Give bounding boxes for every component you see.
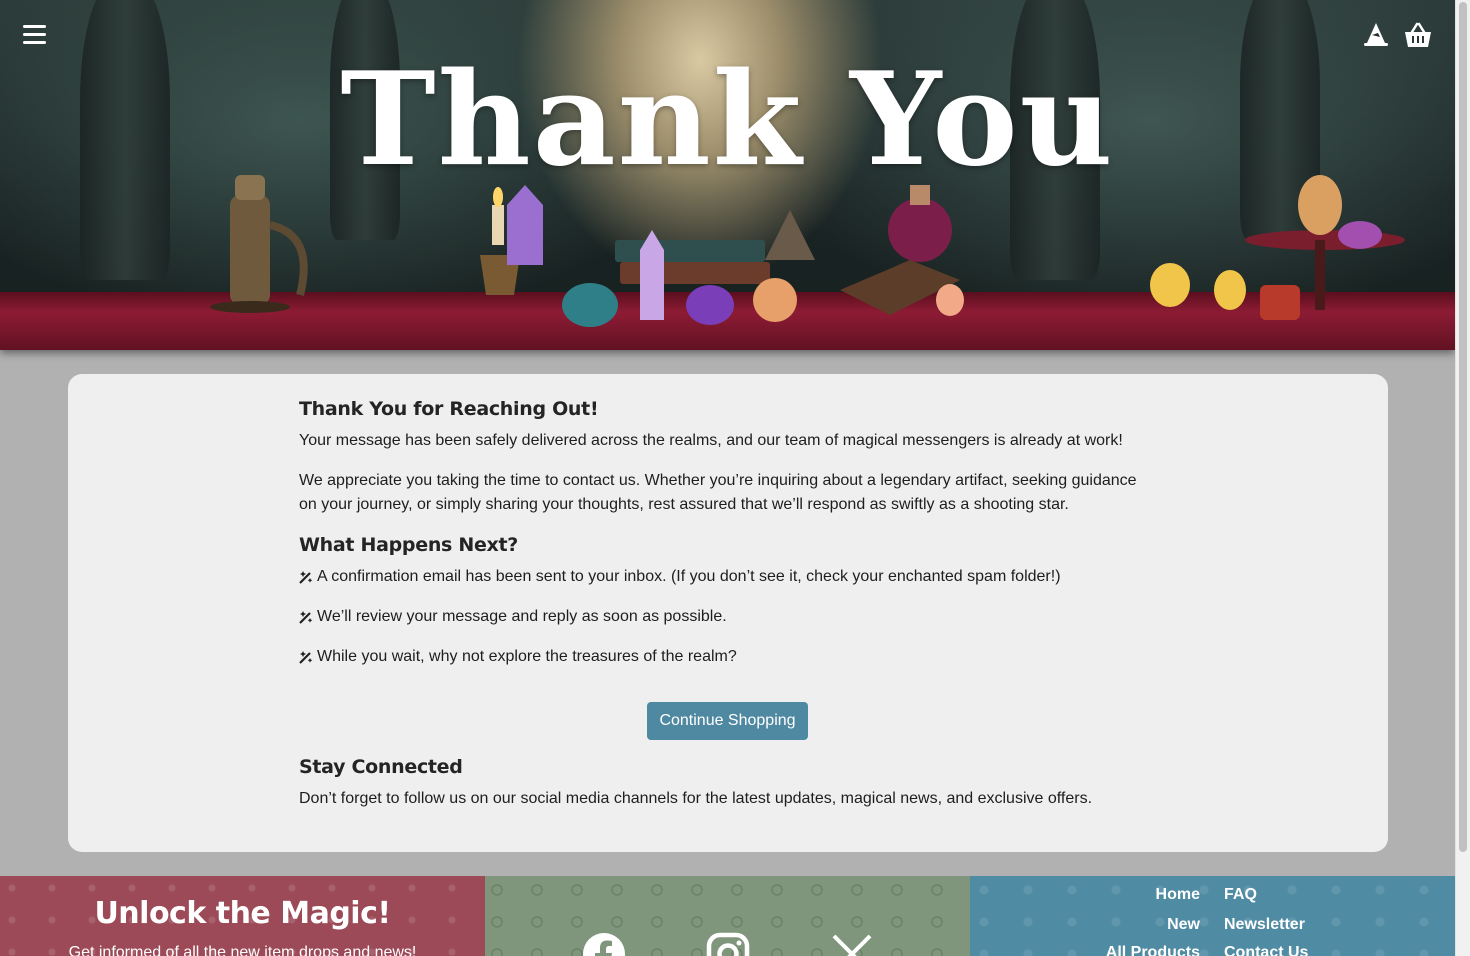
- hero-banner: Thank You: [0, 0, 1455, 350]
- basket-icon[interactable]: [1403, 22, 1433, 49]
- facebook-icon[interactable]: [582, 932, 626, 956]
- footer-link-faq[interactable]: FAQ: [1224, 886, 1257, 904]
- what-happens-next-heading: What Happens Next?: [299, 534, 519, 556]
- stay-connected-heading: Stay Connected: [299, 756, 463, 778]
- signup-title: Unlock the Magic!: [94, 896, 391, 931]
- magic-wand-icon: [299, 651, 313, 664]
- newsletter-signup-panel: Unlock the Magic! Get informed of all th…: [0, 876, 485, 956]
- list-item: A confirmation email has been sent to yo…: [299, 565, 1149, 589]
- footer-link-all-products[interactable]: All Products: [1070, 944, 1200, 956]
- list-item-text: We’ll review your message and reply as s…: [317, 608, 727, 625]
- footer-link-home[interactable]: Home: [1070, 886, 1200, 904]
- list-item: While you wait, why not explore the trea…: [299, 645, 1149, 669]
- social-paragraph: Don’t forget to follow us on our social …: [299, 790, 1093, 807]
- list-item: We’ll review your message and reply as s…: [299, 605, 1149, 629]
- list-item-text: A confirmation email has been sent to yo…: [317, 568, 1061, 585]
- instagram-icon[interactable]: [706, 932, 750, 956]
- magic-wand-icon: [299, 571, 313, 584]
- wizard-hat-icon[interactable]: [1363, 22, 1389, 49]
- hamburger-menu-icon[interactable]: [23, 25, 46, 45]
- footer-link-newsletter[interactable]: Newsletter: [1224, 916, 1305, 934]
- footer-link-new[interactable]: New: [1070, 916, 1200, 934]
- list-item-text: While you wait, why not explore the trea…: [317, 648, 737, 665]
- social-panel: [485, 876, 970, 956]
- magic-wand-icon: [299, 611, 313, 624]
- scrollbar-thumb[interactable]: [1459, 2, 1467, 852]
- thank-you-card: Thank You for Reaching Out! Your message…: [68, 374, 1388, 852]
- hero-title: Thank You: [340, 45, 1115, 195]
- appreciate-paragraph: We appreciate you taking the time to con…: [299, 472, 1137, 513]
- footer-link-contact-us[interactable]: Contact Us: [1224, 944, 1308, 956]
- delivered-paragraph: Your message has been safely delivered a…: [299, 432, 1123, 449]
- potion-and-book: [840, 185, 964, 316]
- reaching-out-heading: Thank You for Reaching Out!: [299, 398, 599, 420]
- signup-subtitle: Get informed of all the new item drops a…: [68, 944, 417, 956]
- continue-shopping-button[interactable]: Continue Shopping: [647, 702, 808, 740]
- x-icon[interactable]: [830, 932, 874, 956]
- crystals-and-books: [562, 210, 815, 327]
- page-scrollbar[interactable]: [1455, 0, 1470, 956]
- footer-nav-panel: Home New All Products FAQ Newsletter Con…: [970, 876, 1455, 956]
